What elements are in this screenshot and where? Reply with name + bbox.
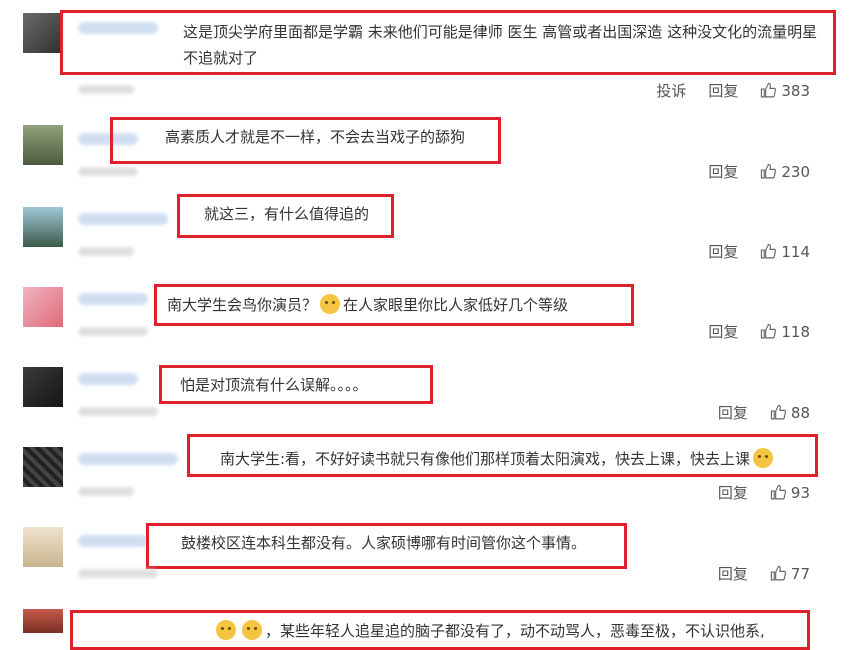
comment-actions: 回复 118 xyxy=(686,321,810,342)
comment-item: ，某些年轻人追星追的脑子都没有了，动不动骂人，恶毒至极，不认识他系, xyxy=(0,595,858,650)
comment-meta xyxy=(78,487,134,496)
thumbs-up-icon xyxy=(770,484,786,500)
reply-button[interactable]: 回复 xyxy=(718,402,748,423)
thumbs-up-icon xyxy=(770,565,786,581)
comment-text: 鼓楼校区连本科生都没有。人家硕博哪有时间管你这个事情。 xyxy=(146,523,627,569)
comment-text: 南大学生:看，不好好读书就只有像他们那样顶着太阳演戏，快去上课，快去上课 xyxy=(187,434,818,477)
comment-meta xyxy=(78,407,158,416)
comment-text-part: ，某些年轻人追星追的脑子都没有了，动不动骂人，恶毒至极，不认识他系, xyxy=(265,622,765,640)
thumbs-up-icon xyxy=(761,163,777,179)
comment-meta xyxy=(78,327,148,336)
username[interactable] xyxy=(78,293,148,305)
comment-actions: 回复 230 xyxy=(686,161,810,182)
avatar[interactable] xyxy=(23,367,63,407)
comment-item: 这是顶尖学府里面都是学霸 未来他们可能是律师 医生 高管或者出国深造 这种没文化… xyxy=(0,0,858,115)
like-count: 114 xyxy=(781,242,810,261)
comment-item: 高素质人才就是不一样，不会去当戏子的舔狗 回复 230 xyxy=(0,115,858,195)
comment-actions: 回复 93 xyxy=(696,482,810,503)
comment-actions: 回复 77 xyxy=(696,563,810,584)
thinking-face-emoji xyxy=(320,294,341,314)
thumbs-up-icon xyxy=(770,404,786,420)
avatar[interactable] xyxy=(23,13,63,53)
comment-actions: 回复 88 xyxy=(696,402,810,423)
avatar[interactable] xyxy=(23,609,63,633)
avatar[interactable] xyxy=(23,207,63,247)
comment-item: 就这三，有什么值得追的 回复 114 xyxy=(0,194,858,275)
thumbs-up-icon xyxy=(761,82,777,98)
comment-text: ，某些年轻人追星追的脑子都没有了，动不动骂人，恶毒至极，不认识他系, xyxy=(70,610,810,650)
cat-face-emoji xyxy=(753,448,774,468)
username[interactable] xyxy=(78,453,178,465)
username[interactable] xyxy=(78,535,148,547)
like-count: 118 xyxy=(781,322,810,341)
comment-item: 南大学生:看，不好好读书就只有像他们那样顶着太阳演戏，快去上课，快去上课 回复 … xyxy=(0,434,858,515)
comment-actions: 投诉 回复 383 xyxy=(634,80,810,101)
like-count: 230 xyxy=(781,162,810,181)
reply-button[interactable]: 回复 xyxy=(708,241,738,262)
comment-text: 高素质人才就是不一样，不会去当戏子的舔狗 xyxy=(110,117,501,164)
like-count: 93 xyxy=(790,483,810,502)
reply-button[interactable]: 回复 xyxy=(718,482,748,503)
comment-item: 怕是对顶流有什么误解。。。。 回复 88 xyxy=(0,355,858,435)
like-button[interactable]: 114 xyxy=(760,243,810,261)
thumbs-up-icon xyxy=(761,243,777,259)
reply-button[interactable]: 回复 xyxy=(718,563,748,584)
comment-text-part: 南大学生:看，不好好读书就只有像他们那样顶着太阳演戏，快去上课，快去上课 xyxy=(220,450,751,468)
comment-text: 就这三，有什么值得追的 xyxy=(177,194,394,238)
like-button[interactable]: 77 xyxy=(770,565,810,583)
username[interactable] xyxy=(78,213,168,225)
username[interactable] xyxy=(78,373,138,385)
like-button[interactable]: 88 xyxy=(770,404,810,422)
avatar[interactable] xyxy=(23,287,63,327)
like-count: 88 xyxy=(790,403,810,422)
thumbs-up-icon xyxy=(761,323,777,339)
like-button[interactable]: 383 xyxy=(760,82,810,100)
reply-button[interactable]: 回复 xyxy=(708,161,738,182)
comment-meta xyxy=(78,569,158,578)
reply-button[interactable]: 回复 xyxy=(708,80,738,101)
comment-text-part: 南大学生会鸟你演员？ xyxy=(167,296,318,314)
comment-text: 南大学生会鸟你演员？ 在人家眼里你比人家低好几个等级 xyxy=(154,284,634,326)
comment-text-part: 在人家眼里你比人家低好几个等级 xyxy=(343,296,569,314)
comment-text: 怕是对顶流有什么误解。。。。 xyxy=(159,365,433,404)
like-button[interactable]: 230 xyxy=(760,163,810,181)
thumbs-up-emoji xyxy=(242,620,262,640)
avatar[interactable] xyxy=(23,447,63,487)
avatar[interactable] xyxy=(23,125,63,165)
comment-item: 鼓楼校区连本科生都没有。人家硕博哪有时间管你这个事情。 回复 77 xyxy=(0,515,858,595)
reply-button[interactable]: 回复 xyxy=(708,321,738,342)
avatar[interactable] xyxy=(23,527,63,567)
thumbs-up-emoji xyxy=(216,620,236,640)
like-count: 383 xyxy=(781,81,810,100)
comment-meta xyxy=(78,247,134,256)
like-button[interactable]: 93 xyxy=(770,484,810,502)
like-count: 77 xyxy=(790,564,810,583)
comment-meta xyxy=(78,167,138,176)
comment-actions: 回复 114 xyxy=(686,241,810,262)
comment-text: 这是顶尖学府里面都是学霸 未来他们可能是律师 医生 高管或者出国深造 这种没文化… xyxy=(60,10,836,75)
report-button[interactable]: 投诉 xyxy=(656,80,686,101)
comment-meta xyxy=(78,85,134,94)
comment-item: 南大学生会鸟你演员？ 在人家眼里你比人家低好几个等级 回复 118 xyxy=(0,275,858,355)
like-button[interactable]: 118 xyxy=(760,323,810,341)
